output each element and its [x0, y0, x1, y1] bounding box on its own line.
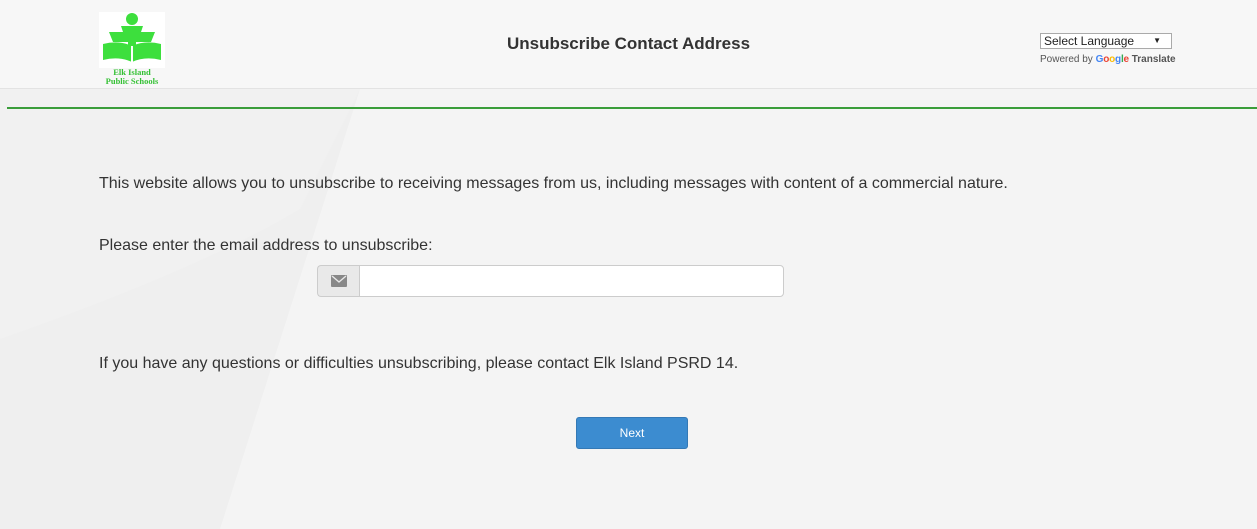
next-button[interactable]: Next: [576, 417, 688, 449]
contact-text: If you have any questions or difficultie…: [99, 355, 739, 372]
header-divider: [7, 107, 1257, 109]
email-input[interactable]: [359, 265, 784, 297]
email-prompt: Please enter the email address to unsubs…: [99, 237, 433, 254]
dropdown-arrow-icon: ▼: [1153, 36, 1161, 45]
page-header: Elk Island Public Schools Unsubscribe Co…: [0, 0, 1257, 89]
envelope-icon: [317, 265, 359, 297]
logo-line-2: Public Schools: [105, 76, 159, 86]
google-brand: Google: [1096, 54, 1130, 65]
language-select[interactable]: Select Language ▼: [1040, 33, 1172, 49]
powered-by-label: Powered by: [1040, 54, 1096, 65]
intro-text: This website allows you to unsubscribe t…: [99, 175, 1008, 192]
email-input-group: [317, 265, 784, 297]
logo-text: Elk Island Public Schools: [99, 68, 165, 86]
language-select-value: Select Language: [1044, 34, 1135, 48]
translate-label: Translate: [1131, 54, 1176, 65]
google-letter: e: [1123, 54, 1130, 65]
background-decoration: [0, 89, 1257, 529]
powered-by-google-translate[interactable]: Powered by Google Translate: [1040, 54, 1176, 65]
